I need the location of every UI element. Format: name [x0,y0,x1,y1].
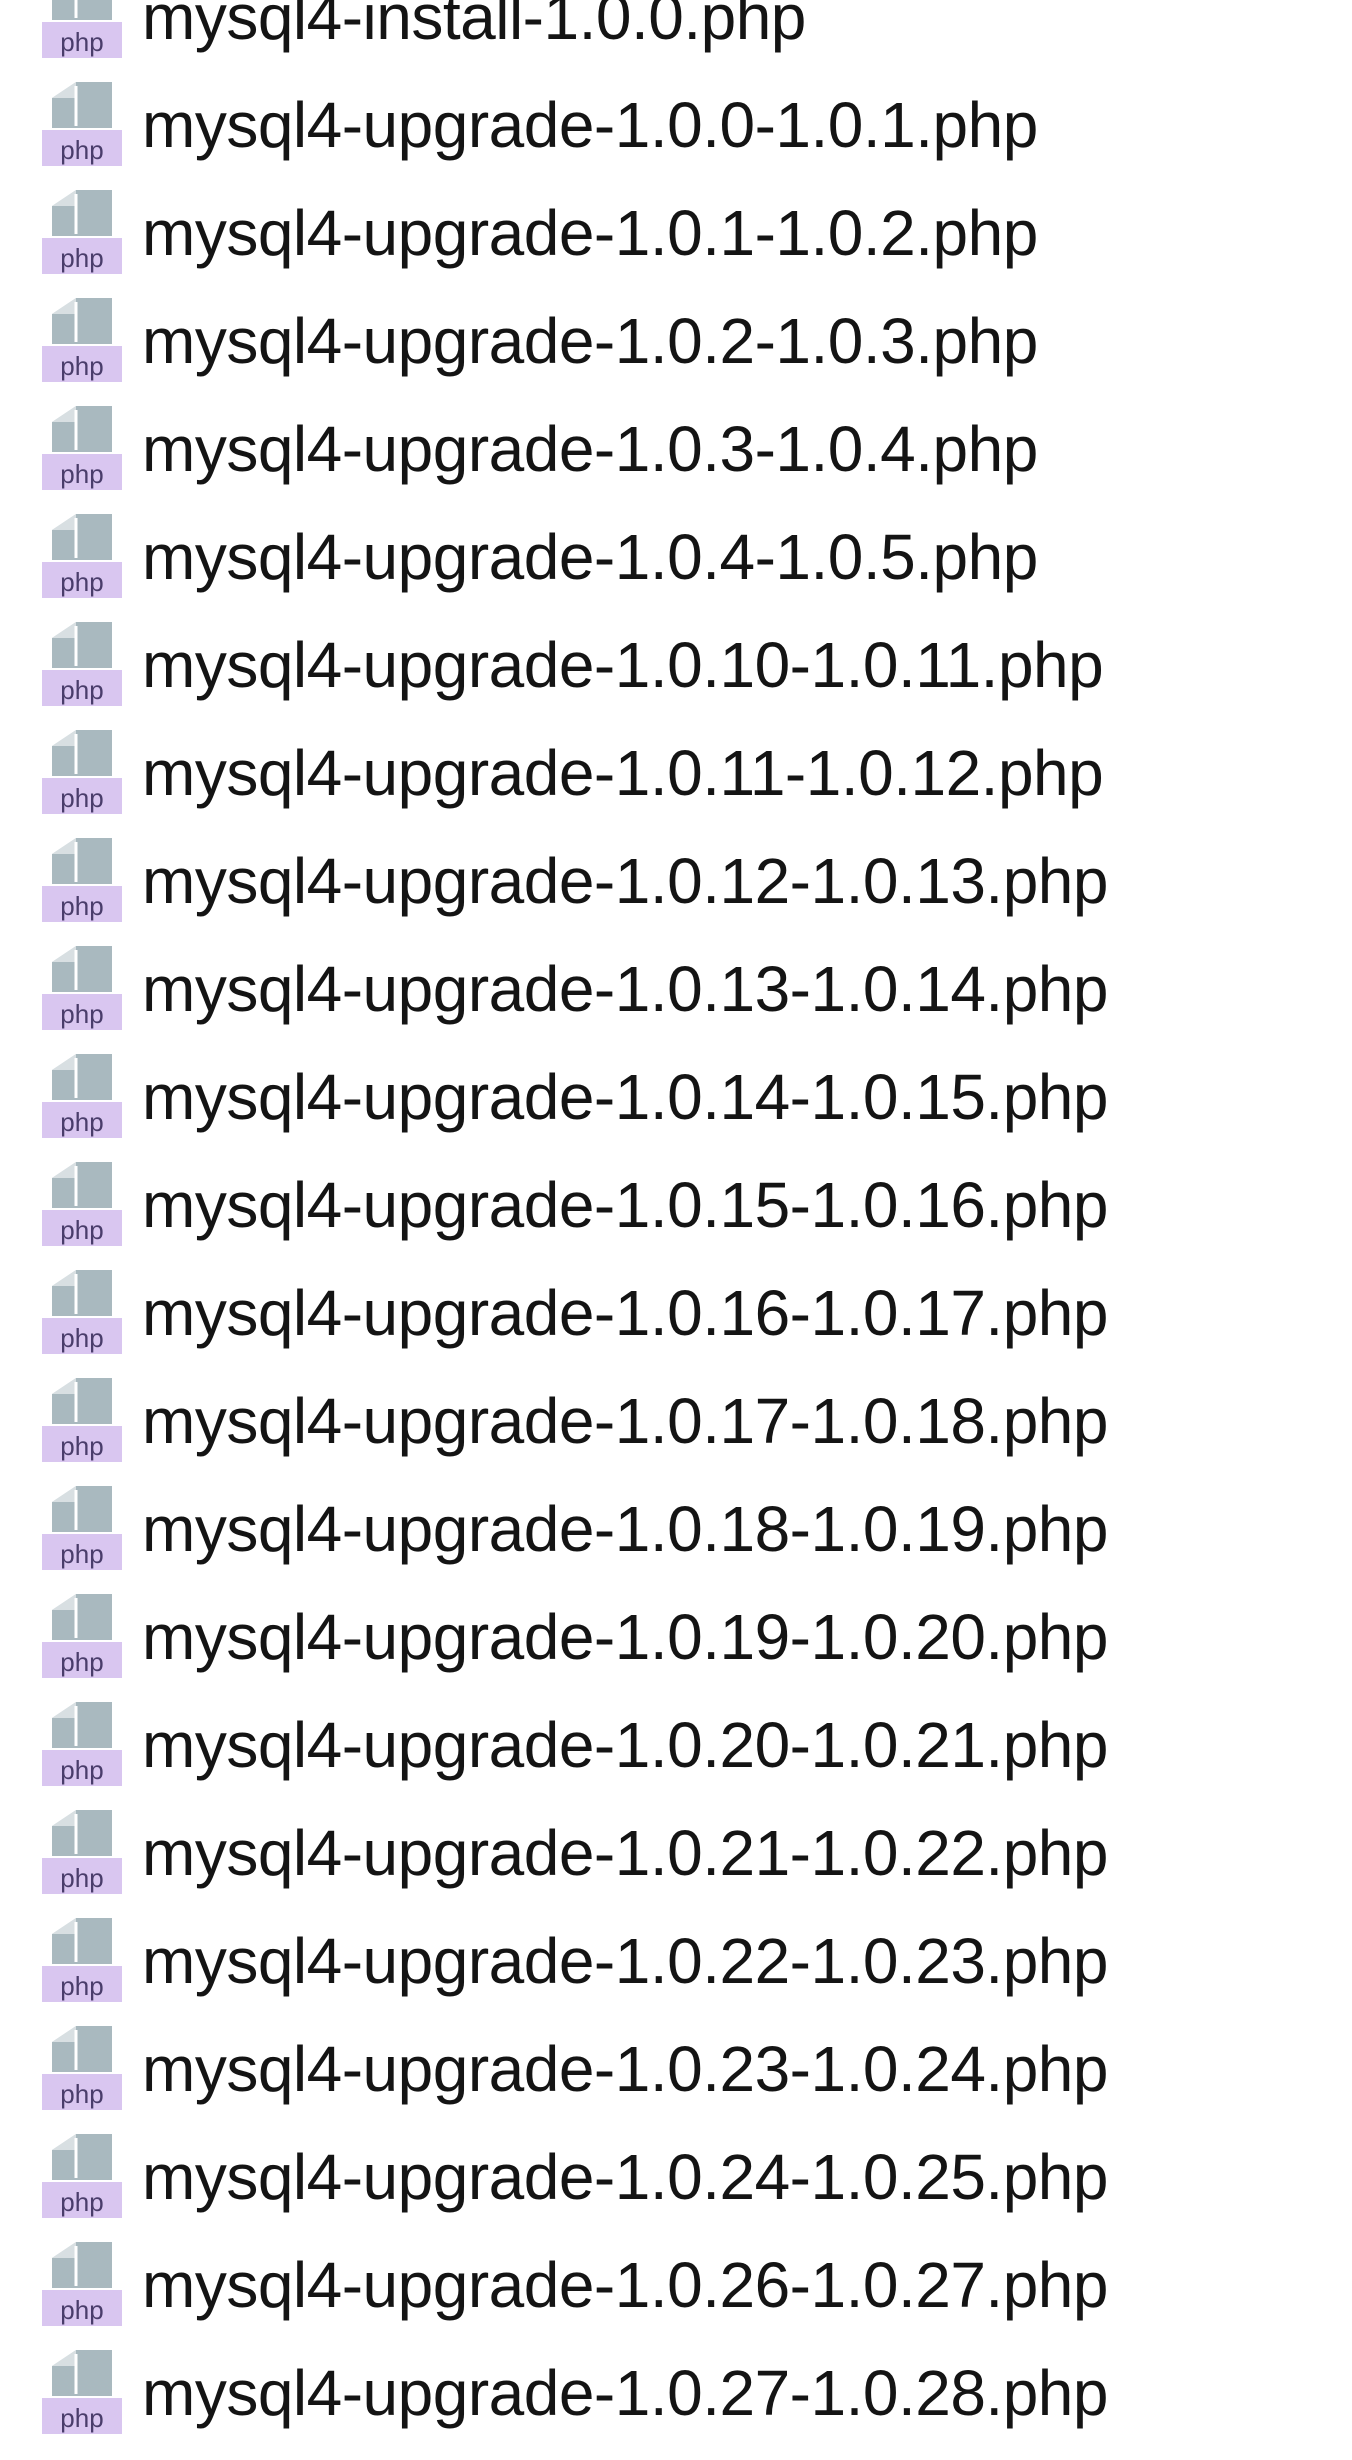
php-badge-label: php [60,1755,103,1785]
php-badge-label: php [60,351,103,381]
php-badge-label: php [60,1971,103,2001]
php-file-icon: php [42,1160,122,1250]
php-badge-label: php [60,2403,103,2433]
php-badge-label: php [60,135,103,165]
file-list-item[interactable]: php mysql4-upgrade-1.0.26-1.0.27.php [0,2231,1352,2339]
file-list: php mysql4-install-1.0.0.php php mysql4-upg… [0,0,1352,2447]
file-name: mysql4-upgrade-1.0.2-1.0.3.php [142,305,1038,377]
file-list-item[interactable]: php mysql4-upgrade-1.0.10-1.0.11.php [0,611,1352,719]
file-list-item[interactable]: php mysql4-upgrade-1.0.13-1.0.14.php [0,935,1352,1043]
php-badge-label: php [60,27,103,57]
file-name: mysql4-upgrade-1.0.27-1.0.28.php [142,2357,1108,2429]
file-list-item[interactable]: php mysql4-upgrade-1.0.27-1.0.28.php [0,2339,1352,2447]
php-file-icon: php [42,1916,122,2006]
php-badge-label: php [60,1863,103,1893]
file-list-item[interactable]: php mysql4-upgrade-1.0.14-1.0.15.php [0,1043,1352,1151]
php-file-icon: php [42,2024,122,2114]
file-name: mysql4-upgrade-1.0.3-1.0.4.php [142,413,1038,485]
php-badge-label: php [60,891,103,921]
file-name: mysql4-upgrade-1.0.24-1.0.25.php [142,2141,1108,2213]
file-list-item[interactable]: php mysql4-upgrade-1.0.24-1.0.25.php [0,2123,1352,2231]
file-name: mysql4-upgrade-1.0.11-1.0.12.php [142,737,1104,809]
php-file-icon: php [42,404,122,494]
php-badge-label: php [60,2187,103,2217]
file-list-item[interactable]: php mysql4-upgrade-1.0.3-1.0.4.php [0,395,1352,503]
php-badge-label: php [60,1647,103,1677]
file-list-item[interactable]: php mysql4-upgrade-1.0.23-1.0.24.php [0,2015,1352,2123]
php-file-icon: php [42,2348,122,2438]
php-file-icon: php [42,0,122,62]
file-list-item[interactable]: php mysql4-upgrade-1.0.19-1.0.20.php [0,1583,1352,1691]
file-list-item[interactable]: php mysql4-upgrade-1.0.18-1.0.19.php [0,1475,1352,1583]
file-list-item[interactable]: php mysql4-upgrade-1.0.16-1.0.17.php [0,1259,1352,1367]
php-file-icon: php [42,512,122,602]
file-list-item[interactable]: php mysql4-upgrade-1.0.20-1.0.21.php [0,1691,1352,1799]
file-name: mysql4-upgrade-1.0.1-1.0.2.php [142,197,1038,269]
file-list-item[interactable]: php mysql4-upgrade-1.0.11-1.0.12.php [0,719,1352,827]
file-name: mysql4-upgrade-1.0.4-1.0.5.php [142,521,1038,593]
file-list-item[interactable]: php mysql4-upgrade-1.0.1-1.0.2.php [0,179,1352,287]
file-name: mysql4-upgrade-1.0.14-1.0.15.php [142,1061,1108,1133]
file-name: mysql4-upgrade-1.0.13-1.0.14.php [142,953,1108,1025]
file-list-item[interactable]: php mysql4-upgrade-1.0.22-1.0.23.php [0,1907,1352,2015]
php-badge-label: php [60,459,103,489]
php-file-icon: php [42,296,122,386]
php-file-icon: php [42,1376,122,1466]
php-file-icon: php [42,2240,122,2330]
file-name: mysql4-upgrade-1.0.23-1.0.24.php [142,2033,1108,2105]
php-badge-label: php [60,2295,103,2325]
php-file-icon: php [42,944,122,1034]
file-name: mysql4-upgrade-1.0.15-1.0.16.php [142,1169,1108,1241]
php-file-icon: php [42,1052,122,1142]
php-file-icon: php [42,1808,122,1898]
php-badge-label: php [60,1539,103,1569]
php-file-icon: php [42,728,122,818]
php-badge-label: php [60,783,103,813]
php-file-icon: php [42,1484,122,1574]
php-badge-label: php [60,999,103,1029]
php-file-icon: php [42,188,122,278]
php-file-icon: php [42,836,122,926]
file-list-item[interactable]: php mysql4-upgrade-1.0.4-1.0.5.php [0,503,1352,611]
file-name: mysql4-upgrade-1.0.22-1.0.23.php [142,1925,1108,1997]
php-badge-label: php [60,567,103,597]
file-list-item[interactable]: php mysql4-upgrade-1.0.17-1.0.18.php [0,1367,1352,1475]
file-name: mysql4-upgrade-1.0.20-1.0.21.php [142,1709,1108,1781]
file-name: mysql4-upgrade-1.0.12-1.0.13.php [142,845,1108,917]
file-list-item[interactable]: php mysql4-upgrade-1.0.2-1.0.3.php [0,287,1352,395]
php-file-icon: php [42,2132,122,2222]
file-name: mysql4-upgrade-1.0.17-1.0.18.php [142,1385,1108,1457]
file-name: mysql4-upgrade-1.0.21-1.0.22.php [142,1817,1108,1889]
file-list-item[interactable]: php mysql4-upgrade-1.0.0-1.0.1.php [0,71,1352,179]
file-name: mysql4-upgrade-1.0.26-1.0.27.php [142,2249,1108,2321]
php-file-icon: php [42,620,122,710]
file-name: mysql4-install-1.0.0.php [142,0,806,53]
php-badge-label: php [60,2079,103,2109]
file-list-item[interactable]: php mysql4-upgrade-1.0.12-1.0.13.php [0,827,1352,935]
file-name: mysql4-upgrade-1.0.16-1.0.17.php [142,1277,1108,1349]
php-file-icon: php [42,1700,122,1790]
file-name: mysql4-upgrade-1.0.18-1.0.19.php [142,1493,1108,1565]
php-badge-label: php [60,1215,103,1245]
php-badge-label: php [60,243,103,273]
file-name: mysql4-upgrade-1.0.19-1.0.20.php [142,1601,1108,1673]
php-file-icon: php [42,1592,122,1682]
file-name: mysql4-upgrade-1.0.10-1.0.11.php [142,629,1104,701]
php-badge-label: php [60,1431,103,1461]
file-list-item[interactable]: php mysql4-upgrade-1.0.15-1.0.16.php [0,1151,1352,1259]
file-name: mysql4-upgrade-1.0.0-1.0.1.php [142,89,1038,161]
php-file-icon: php [42,1268,122,1358]
php-badge-label: php [60,1107,103,1137]
file-list-item[interactable]: php mysql4-install-1.0.0.php [0,0,1352,71]
php-badge-label: php [60,1323,103,1353]
php-file-icon: php [42,80,122,170]
file-list-item[interactable]: php mysql4-upgrade-1.0.21-1.0.22.php [0,1799,1352,1907]
php-badge-label: php [60,675,103,705]
